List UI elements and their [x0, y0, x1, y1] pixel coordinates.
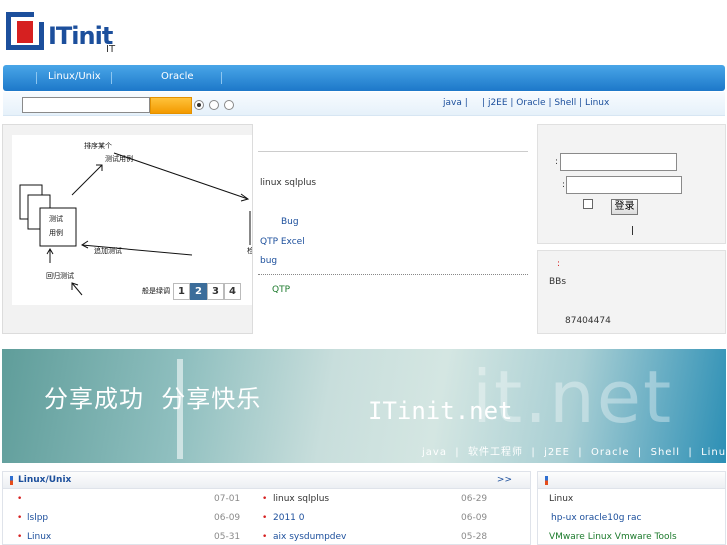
diagram-label: 用例	[49, 228, 63, 237]
promo-banner[interactable]: it.net 分享成功 分享快乐 ITinit.net java | 软件工程师…	[2, 349, 726, 463]
login-box: : : 登录	[537, 124, 726, 244]
notice-phone: 87404474	[565, 316, 611, 326]
news-item[interactable]: Bug	[281, 217, 299, 227]
right-panel: Linux hp-ux oracle10g rac VMware Linux V…	[537, 489, 726, 545]
slide-diagram-image: 排序某个 测试用例 测试 用例 追加测试 回归测试 检 般是绿调	[12, 135, 252, 305]
nav-separator	[111, 72, 112, 84]
diagram-label: 般是绿调	[142, 286, 170, 295]
search-input[interactable]	[22, 97, 150, 113]
list-item[interactable]: VMware Linux Vmware Tools	[549, 532, 677, 542]
username-label: :	[555, 157, 559, 167]
diagram-label: 测试	[49, 214, 63, 223]
slide-page-button[interactable]: 3	[207, 283, 224, 300]
search-radio-2[interactable]	[209, 100, 219, 110]
username-input[interactable]	[560, 153, 677, 171]
logo-subtitle: IT	[106, 44, 116, 55]
list-date: 06-09	[461, 513, 488, 523]
list-bullet: •	[17, 494, 23, 504]
slide-page-button-active[interactable]: 2	[190, 283, 207, 300]
nav-item-linux-unix[interactable]: Linux/Unix	[48, 65, 101, 91]
right-panel-header	[537, 471, 726, 489]
linux-unix-panel-header: Linux/Unix >>	[2, 471, 531, 489]
notice-line: BBs	[549, 277, 567, 287]
section-bullet-icon	[10, 476, 13, 485]
list-date: 07-01	[214, 494, 241, 504]
banner-tags: java | 软件工程师 | j2EE | Oracle | Shell | L…	[422, 447, 726, 458]
nav-item-oracle[interactable]: Oracle	[161, 65, 194, 91]
search-button[interactable]	[150, 97, 192, 114]
search-bar: java | | j2EE | Oracle | Shell | Linux	[3, 92, 725, 116]
list-date: 05-28	[461, 532, 488, 542]
notice-marker: :	[557, 259, 561, 269]
slideshow[interactable]: 排序某个 测试用例 测试 用例 追加测试 回归测试 检 般是绿调 1 2 3 4	[2, 124, 253, 334]
banner-site-name: ITinit.net	[368, 397, 513, 425]
list-bullet: •	[262, 494, 268, 504]
nav-separator	[221, 72, 222, 84]
news-item[interactable]: linux sqlplus	[260, 178, 316, 188]
logo-mark-icon	[6, 12, 44, 50]
remember-checkbox[interactable]	[583, 199, 593, 209]
news-item[interactable]: bug	[260, 256, 277, 266]
notice-box: : BBs 87404474	[537, 250, 726, 334]
login-links-separator	[632, 226, 633, 235]
slide-page-button[interactable]: 4	[224, 283, 241, 300]
diagram-label: 检	[247, 246, 252, 255]
list-date: 06-29	[461, 494, 488, 504]
search-radio-3[interactable]	[224, 100, 234, 110]
section-bullet-icon	[545, 476, 548, 485]
list-item[interactable]: 2011 0	[273, 513, 305, 523]
list-item[interactable]: lslpp	[27, 513, 48, 523]
list-item[interactable]: Linux	[549, 494, 573, 504]
list-date: 06-09	[214, 513, 241, 523]
panel-title[interactable]: Linux/Unix	[18, 475, 71, 485]
list-bullet: •	[17, 532, 23, 542]
linux-unix-panel: • 07-01 • lslpp 06-09 • Linux 05-31 • li…	[2, 489, 531, 545]
more-link[interactable]: >>	[497, 475, 512, 485]
main-nav: Linux/Unix Oracle	[3, 65, 725, 91]
news-item[interactable]: QTP Excel	[260, 237, 305, 247]
list-bullet: •	[262, 532, 268, 542]
list-bullet: •	[262, 513, 268, 523]
hot-links[interactable]: java | | j2EE | Oracle | Shell | Linux	[443, 98, 609, 108]
login-button[interactable]: 登录	[611, 199, 638, 215]
slide-page-button[interactable]: 1	[173, 283, 190, 300]
headline-news: linux sqlplus Bug QTP Excel bug QTP	[255, 124, 530, 334]
banner-slogan: 分享成功 分享快乐	[44, 385, 262, 413]
divider	[258, 274, 528, 275]
list-item[interactable]: Linux	[27, 532, 51, 542]
search-radio-1[interactable]	[194, 100, 204, 110]
password-input[interactable]	[566, 176, 682, 194]
password-label: :	[562, 180, 566, 190]
news-item[interactable]: QTP	[272, 285, 290, 295]
list-item[interactable]: linux sqlplus	[273, 494, 329, 504]
diagram-label: 排序某个	[84, 141, 112, 150]
diagram-label: 回归测试	[46, 271, 74, 280]
divider	[258, 151, 528, 152]
list-item[interactable]: hp-ux oracle10g rac	[551, 513, 641, 523]
logo-text: ITinit	[48, 22, 113, 50]
site-logo[interactable]: ITinit IT	[4, 10, 124, 60]
list-date: 05-31	[214, 532, 241, 542]
nav-separator	[36, 72, 37, 84]
list-item[interactable]: aix sysdumpdev	[273, 532, 346, 542]
list-bullet: •	[17, 513, 23, 523]
